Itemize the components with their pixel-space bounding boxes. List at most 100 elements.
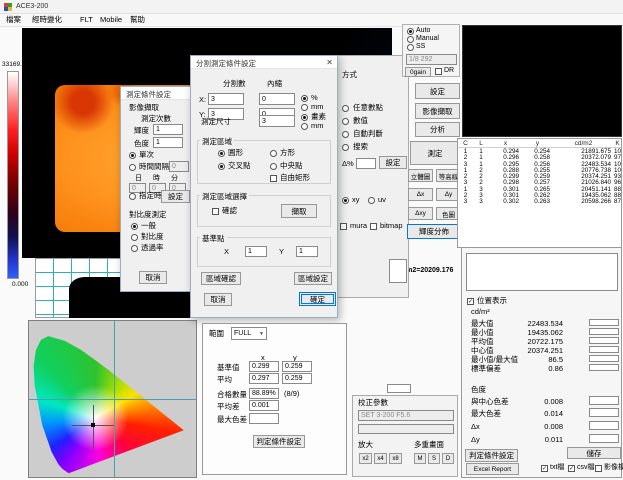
zoom-x8-button[interactable]: x8: [389, 453, 402, 464]
transmit-radio[interactable]: [131, 245, 138, 252]
stat-value: 0.008: [522, 398, 563, 406]
grab-button[interactable]: 擷取: [281, 204, 317, 218]
split-measure-dialog[interactable]: 分割測定條件設定 ✕ 分割數 內縮 X: 3 0 Y: 3 0 % mm 測定尺…: [190, 55, 338, 318]
center-radio[interactable]: [270, 163, 277, 170]
single-radio[interactable]: [129, 152, 136, 159]
results-table[interactable]: CLxycd/m2K 110.2940.25421891.67510407210…: [457, 138, 622, 248]
close-icon[interactable]: ✕: [326, 58, 333, 67]
gain-button[interactable]: 0gain: [405, 67, 431, 77]
base-x-label: X: [224, 248, 229, 256]
mm-radio[interactable]: [301, 104, 308, 111]
multi-s-button[interactable]: S: [428, 453, 440, 464]
coord-xy-radio[interactable]: [342, 197, 349, 204]
shutter-select[interactable]: 1/8 292: [406, 54, 457, 65]
method-opt4-radio[interactable]: [342, 144, 349, 151]
circle-radio[interactable]: [218, 150, 225, 157]
method-opt3-label: 自動判斷: [353, 130, 383, 138]
pixel-radio[interactable]: [301, 114, 308, 121]
mura-checkbox[interactable]: [340, 223, 347, 230]
split-dialog-title[interactable]: 分割測定條件設定: [191, 56, 337, 69]
bitmap-checkbox[interactable]: [370, 223, 377, 230]
method-delta-field[interactable]: [356, 158, 376, 169]
save-button[interactable]: 儲存: [567, 447, 621, 459]
auto-label: Auto: [416, 27, 430, 35]
method-set-button[interactable]: 設定: [379, 156, 407, 169]
dxy-button[interactable]: Δxy: [408, 207, 433, 220]
base-y-field[interactable]: 1: [296, 246, 318, 257]
multi-label: 多重畫面: [414, 441, 444, 449]
timed-radio[interactable]: [129, 193, 136, 200]
method-opt2-radio[interactable]: [342, 118, 349, 125]
freerect-checkbox[interactable]: [270, 175, 277, 182]
area-set-button[interactable]: 區域設定: [294, 272, 332, 285]
manual-radio[interactable]: [407, 36, 414, 43]
x-label: X:: [199, 96, 206, 104]
lum-count-field[interactable]: 1: [153, 124, 183, 135]
menu-flt[interactable]: FLT: [80, 16, 93, 24]
auto-radio[interactable]: [407, 28, 414, 35]
image-checkbox[interactable]: [595, 465, 602, 472]
excel-report-button[interactable]: Excel Report: [466, 463, 519, 475]
image-label: 影像檔: [604, 464, 623, 472]
x-inset-field[interactable]: 0: [259, 93, 295, 105]
exposure-group: Auto Manual SS 1/8 292 0gain DR: [402, 24, 460, 77]
cie-diagram[interactable]: [28, 320, 197, 478]
multi-d-button[interactable]: D: [442, 453, 454, 464]
position-checkbox[interactable]: [467, 298, 474, 305]
measure-button[interactable]: 測定: [410, 141, 460, 165]
multi-m-button[interactable]: M: [414, 453, 426, 464]
menu-mobile[interactable]: Mobile: [100, 16, 122, 24]
menu-file[interactable]: 檔案: [6, 16, 21, 24]
ref-x-field[interactable]: 0.299: [249, 361, 279, 372]
normal-radio[interactable]: [131, 223, 138, 230]
stats-judge-button[interactable]: 判定條件設定: [465, 449, 518, 462]
stat-judge: [589, 337, 619, 344]
analyze-button[interactable]: 分析: [415, 122, 460, 137]
mm-label: mm: [311, 103, 324, 111]
base-x-field[interactable]: 1: [245, 246, 267, 257]
camera-preview[interactable]: [462, 25, 622, 137]
div-label: 分割數: [223, 80, 246, 88]
measure-cancel-button[interactable]: 取消: [139, 271, 167, 284]
area-confirm-button[interactable]: 區域確認: [201, 272, 241, 285]
table-row[interactable]: 330.3020.26320598.2668700: [458, 199, 621, 205]
pct-radio[interactable]: [301, 95, 308, 102]
table-cell: 3: [458, 199, 473, 205]
range-select[interactable]: FULL▼: [231, 327, 267, 340]
square-radio[interactable]: [270, 150, 277, 157]
dr-checkbox[interactable]: [435, 68, 442, 75]
dx-button[interactable]: Δx: [408, 188, 433, 201]
mm2-radio[interactable]: [301, 123, 308, 130]
menu-timelapse[interactable]: 經時變化: [32, 16, 62, 24]
x-div-field[interactable]: 3: [208, 93, 244, 105]
avgdiff-field: 0.001: [249, 400, 279, 411]
stat-judge: [589, 396, 619, 405]
contrast-radio[interactable]: [131, 234, 138, 241]
settings-button[interactable]: 設定: [415, 83, 460, 99]
chroma-count-field[interactable]: 1: [153, 137, 183, 148]
zoom-x4-button[interactable]: x4: [374, 453, 387, 464]
split-ok-button[interactable]: 確定: [299, 292, 336, 306]
method-delta-label: Δ%: [342, 160, 354, 168]
size-field[interactable]: 3: [259, 115, 295, 127]
zoom-x2-button[interactable]: x2: [359, 453, 372, 464]
range-judge-button[interactable]: 判定條件設定: [253, 435, 305, 448]
view3d-button[interactable]: 立體圖: [408, 169, 433, 182]
confirm-checkbox[interactable]: [212, 208, 219, 215]
txt-checkbox[interactable]: [541, 465, 548, 472]
ref-y-field[interactable]: 0.259: [282, 361, 312, 372]
method-opt1-radio[interactable]: [342, 105, 349, 112]
size-label: 測定尺寸: [201, 118, 231, 126]
method-opt3-radio[interactable]: [342, 131, 349, 138]
menu-help[interactable]: 幫助: [130, 16, 145, 24]
lum-dist-button[interactable]: 輝度分佈: [407, 224, 461, 239]
csv-checkbox[interactable]: [568, 465, 575, 472]
timed-set-button[interactable]: 設定: [161, 190, 190, 203]
coord-uv-radio[interactable]: [368, 197, 375, 204]
cross-radio[interactable]: [218, 163, 225, 170]
capture-button[interactable]: 影像擷取: [415, 103, 460, 119]
interval-radio[interactable]: [129, 164, 136, 171]
ss-radio[interactable]: [407, 44, 414, 51]
split-cancel-button[interactable]: 取消: [204, 293, 232, 306]
stats-list-box[interactable]: [466, 253, 618, 291]
